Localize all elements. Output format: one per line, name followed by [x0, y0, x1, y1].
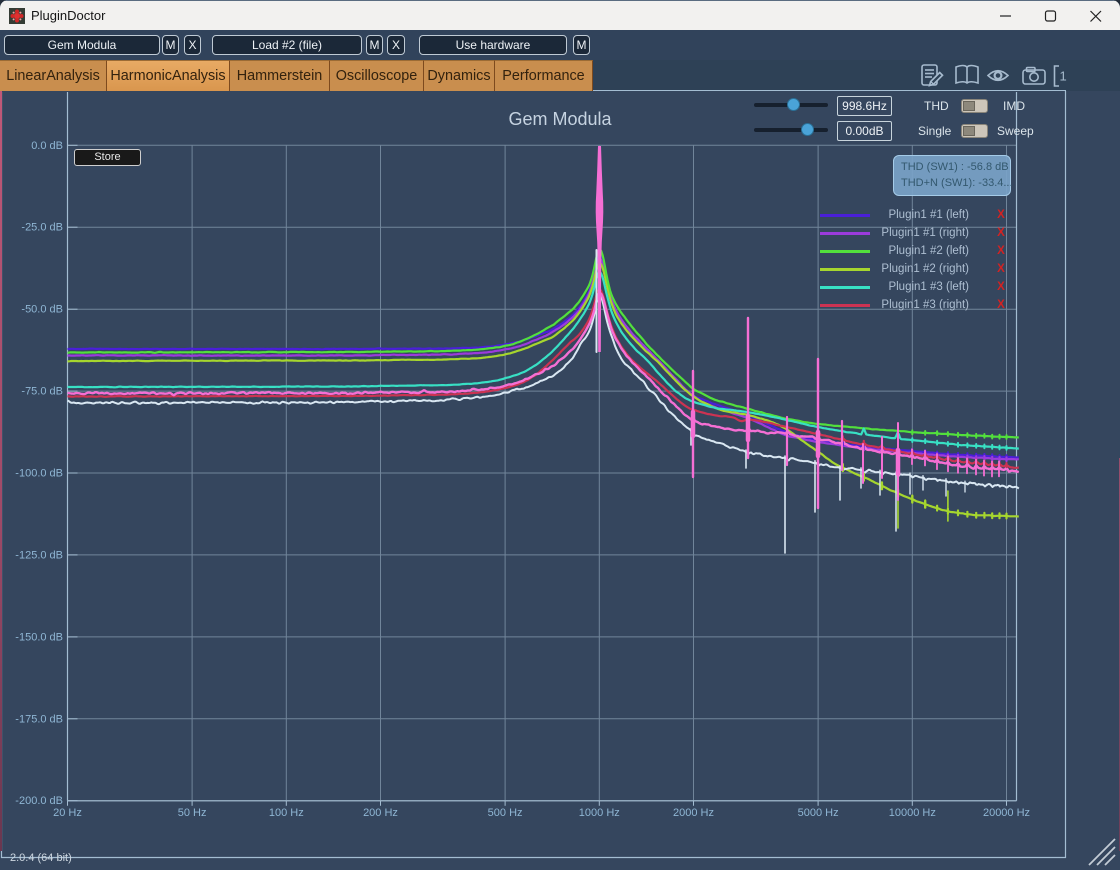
svg-text:-125.0 dB: -125.0 dB [15, 549, 63, 561]
svg-text:-175.0 dB: -175.0 dB [15, 713, 63, 725]
svg-text:0.0 dB: 0.0 dB [31, 140, 63, 152]
svg-text:10000 Hz: 10000 Hz [889, 807, 936, 819]
svg-text:20000 Hz: 20000 Hz [983, 807, 1030, 819]
svg-text:200 Hz: 200 Hz [363, 807, 398, 819]
svg-text:2.0.4 (64 bit): 2.0.4 (64 bit) [10, 852, 72, 864]
svg-text:20 Hz: 20 Hz [53, 807, 82, 819]
svg-text:2000 Hz: 2000 Hz [673, 807, 714, 819]
svg-text:500 Hz: 500 Hz [488, 807, 523, 819]
svg-text:1000 Hz: 1000 Hz [579, 807, 620, 819]
svg-text:100 Hz: 100 Hz [269, 807, 304, 819]
svg-text:5000 Hz: 5000 Hz [798, 807, 839, 819]
svg-text:-150.0 dB: -150.0 dB [15, 631, 63, 643]
svg-text:50 Hz: 50 Hz [178, 807, 207, 819]
svg-text:-100.0 dB: -100.0 dB [15, 468, 63, 480]
svg-text:-50.0 dB: -50.0 dB [21, 304, 63, 316]
svg-text:1: 1 [1060, 69, 1067, 84]
svg-text:Gem Modula: Gem Modula [508, 109, 612, 129]
svg-text:-25.0 dB: -25.0 dB [21, 222, 63, 234]
svg-text:-200.0 dB: -200.0 dB [15, 795, 63, 807]
svg-text:-75.0 dB: -75.0 dB [21, 386, 63, 398]
